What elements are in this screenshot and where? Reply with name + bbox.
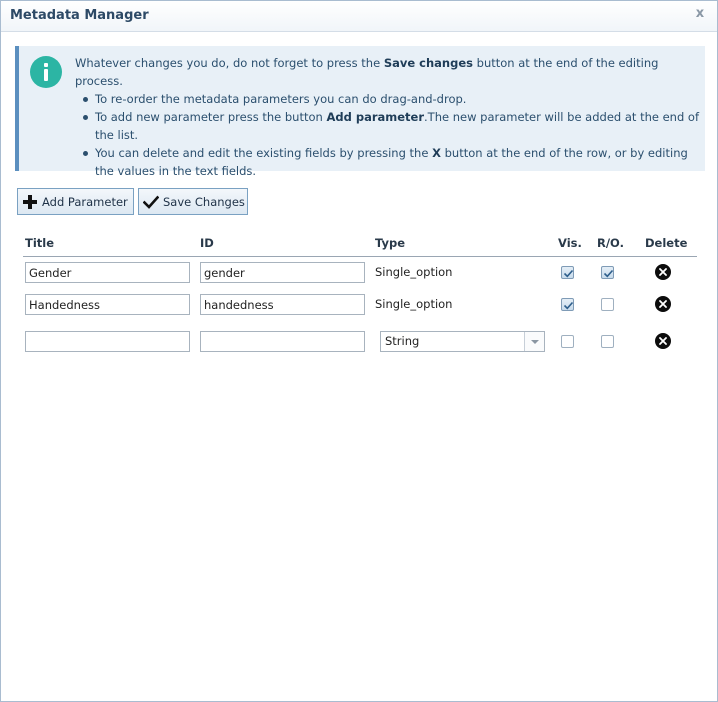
header-title: Title xyxy=(25,236,55,250)
dialog-title: Metadata Manager xyxy=(10,8,149,23)
info-bullet: To re-order the metadata parameters you … xyxy=(81,90,699,108)
title-field[interactable] xyxy=(25,262,190,283)
add-parameter-button[interactable]: Add Parameter xyxy=(17,188,134,215)
header-id: ID xyxy=(200,236,214,250)
visible-checkbox[interactable] xyxy=(561,335,574,348)
info-list: To re-order the metadata parameters you … xyxy=(81,90,699,180)
read-only-checkbox[interactable] xyxy=(601,266,614,279)
plus-icon xyxy=(22,194,38,210)
info-intro: Whatever changes you do, do not forget t… xyxy=(75,56,659,88)
read-only-checkbox[interactable] xyxy=(601,298,614,311)
chevron-down-icon[interactable] xyxy=(524,332,544,351)
delete-x-icon[interactable] xyxy=(655,296,671,312)
info-text: Whatever changes you do, do not forget t… xyxy=(75,54,699,180)
type-select-value: String xyxy=(385,334,420,348)
header-visible: Vis. xyxy=(558,236,582,250)
save-changes-label: Save Changes xyxy=(163,195,245,209)
save-changes-button[interactable]: Save Changes xyxy=(138,188,248,215)
info-icon xyxy=(30,56,62,88)
checkmark-icon xyxy=(142,194,160,210)
info-bullet: You can delete and edit the existing fie… xyxy=(81,144,699,180)
title-field[interactable] xyxy=(25,294,190,315)
id-field[interactable] xyxy=(200,262,365,283)
add-parameter-label: Add Parameter xyxy=(42,195,128,209)
table-row[interactable]: Single_option xyxy=(23,262,697,286)
read-only-checkbox[interactable] xyxy=(601,335,614,348)
new-table-row[interactable]: String xyxy=(23,331,697,355)
visible-checkbox[interactable] xyxy=(561,266,574,279)
header-read-only: R/O. xyxy=(597,236,624,250)
metadata-manager-dialog: Metadata Manager x Whatever changes you … xyxy=(0,0,718,702)
id-field[interactable] xyxy=(200,294,365,315)
close-button[interactable]: x xyxy=(693,6,707,22)
delete-x-icon[interactable] xyxy=(655,333,671,349)
header-type: Type xyxy=(375,236,406,250)
type-value: Single_option xyxy=(375,265,453,279)
id-field[interactable] xyxy=(200,331,365,352)
info-panel: Whatever changes you do, do not forget t… xyxy=(15,46,705,178)
table-header: Title ID Type Vis. R/O. Delete xyxy=(23,233,697,257)
header-delete: Delete xyxy=(645,236,688,250)
table-row[interactable]: Single_option xyxy=(23,294,697,318)
delete-x-icon[interactable] xyxy=(655,264,671,280)
title-bar[interactable]: Metadata Manager x xyxy=(1,1,717,32)
info-bullet: To add new parameter press the button Ad… xyxy=(81,108,699,144)
title-field[interactable] xyxy=(25,331,190,352)
type-select[interactable]: String xyxy=(380,331,545,352)
type-value: Single_option xyxy=(375,297,453,311)
visible-checkbox[interactable] xyxy=(561,298,574,311)
